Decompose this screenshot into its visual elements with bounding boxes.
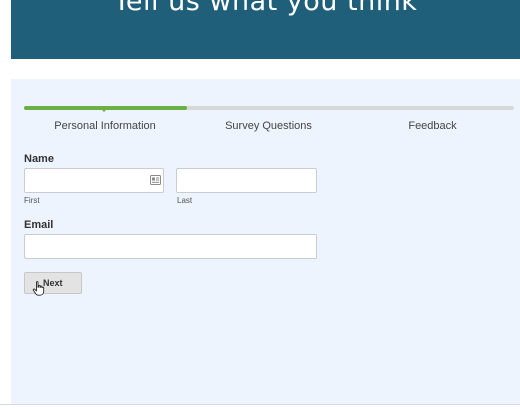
survey-page: Tell us what you think Personal Informat… <box>0 0 520 409</box>
active-step-marker <box>100 108 108 112</box>
name-field-label: Name <box>24 153 54 165</box>
first-name-input[interactable] <box>24 168 164 193</box>
page-title: Tell us what you think <box>113 0 418 17</box>
bottom-divider <box>0 404 520 405</box>
step-feedback[interactable]: Feedback <box>351 120 514 132</box>
progress-bar <box>24 106 514 110</box>
last-name-sublabel: Last <box>177 196 193 205</box>
next-button-label: Next <box>43 278 63 288</box>
last-name-input[interactable] <box>176 168 317 193</box>
pointer-hand-icon <box>32 281 45 296</box>
email-input[interactable] <box>24 234 317 259</box>
contact-card-icon[interactable] <box>150 175 161 185</box>
first-name-sublabel: First <box>24 196 40 205</box>
step-personal-information[interactable]: Personal Information <box>24 120 186 132</box>
step-survey-questions[interactable]: Survey Questions <box>187 120 350 132</box>
header-banner: Tell us what you think <box>11 0 520 59</box>
email-field-label: Email <box>24 219 54 231</box>
